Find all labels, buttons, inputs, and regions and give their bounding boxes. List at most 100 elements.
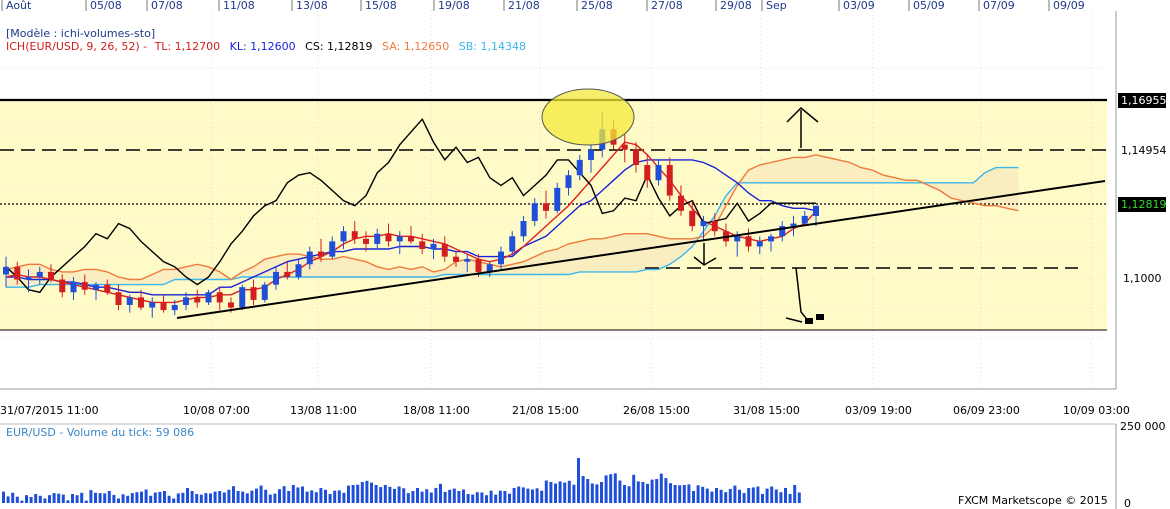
volume-bar bbox=[287, 491, 291, 503]
bottom-axis-label: 26/08 15:00 bbox=[623, 404, 690, 417]
candle-body bbox=[374, 233, 381, 244]
volume-bar bbox=[126, 495, 130, 503]
volume-bar bbox=[245, 493, 249, 503]
volume-bar bbox=[728, 488, 732, 503]
template-label: [Modèle : ichi-volumes-sto] bbox=[6, 27, 155, 40]
volume-bar bbox=[328, 494, 332, 503]
volume-bar bbox=[130, 493, 134, 503]
volume-bar bbox=[117, 498, 120, 503]
volume-bar bbox=[195, 494, 199, 503]
volume-bar bbox=[365, 480, 369, 503]
volume-bar bbox=[11, 492, 15, 503]
volume-bar bbox=[268, 494, 272, 503]
volume-bar bbox=[38, 495, 42, 503]
volume-bar bbox=[29, 497, 33, 503]
bottom-axis-label: 03/09 19:00 bbox=[845, 404, 912, 417]
volume-bar bbox=[250, 490, 254, 503]
volume-bar bbox=[186, 488, 189, 503]
volume-bar bbox=[296, 487, 300, 503]
candle-body bbox=[183, 297, 189, 305]
volume-bar bbox=[669, 483, 672, 503]
volume-bar bbox=[494, 494, 498, 503]
volume-bar bbox=[664, 478, 668, 503]
top-highlight-ellipse bbox=[541, 88, 635, 146]
volume-bar bbox=[397, 486, 401, 503]
volume-bar bbox=[719, 489, 723, 503]
senkou-a-value: SA: 1,12650 bbox=[382, 40, 449, 53]
volume-bar bbox=[678, 485, 682, 503]
volume-bar bbox=[673, 485, 677, 503]
candle-body bbox=[239, 287, 246, 308]
candle-body bbox=[194, 297, 201, 303]
volume-bar bbox=[466, 494, 470, 503]
candle-body bbox=[453, 256, 459, 262]
candle-body bbox=[59, 279, 66, 293]
top-axis-label: 07/09 bbox=[983, 0, 1015, 12]
candle-body bbox=[756, 241, 763, 247]
candle-body bbox=[768, 236, 774, 242]
volume-bar bbox=[149, 495, 153, 503]
volume-bar bbox=[241, 491, 245, 503]
candle-body bbox=[745, 236, 752, 247]
candle-body bbox=[329, 241, 336, 257]
volume-bar bbox=[770, 486, 774, 503]
candle-body bbox=[14, 266, 21, 280]
volume-bar bbox=[742, 493, 746, 503]
volume-bar bbox=[383, 485, 387, 503]
volume-bar bbox=[420, 491, 424, 503]
bottom-axis-label: 31/07/2015 11:00 bbox=[0, 404, 99, 417]
top-axis-label: 27/08 bbox=[651, 0, 683, 12]
volume-bar bbox=[462, 489, 465, 503]
top-axis-label: 21/08 bbox=[508, 0, 540, 12]
volume-bar bbox=[797, 492, 801, 503]
volume-bar bbox=[135, 492, 139, 503]
volume-bar bbox=[282, 486, 286, 503]
volume-bar bbox=[121, 494, 125, 503]
volume-bar bbox=[756, 486, 760, 503]
volume-bar bbox=[747, 488, 751, 503]
bottom-time-axis: 31/07/2015 11:00 10/08 07:00 13/08 11:00 18… bbox=[0, 404, 1130, 417]
volume-bar bbox=[43, 498, 47, 503]
candle-body bbox=[644, 165, 651, 181]
volume-bar bbox=[604, 475, 608, 503]
candle-body bbox=[419, 241, 426, 250]
volume-bar bbox=[779, 492, 783, 503]
volume-bar bbox=[623, 485, 626, 503]
volume-bar bbox=[452, 488, 456, 503]
candle-body bbox=[295, 264, 302, 277]
top-axis-label: 07/08 bbox=[151, 0, 183, 12]
volume-bar bbox=[526, 488, 530, 503]
volume-bar bbox=[199, 494, 203, 503]
volume-bar bbox=[190, 491, 194, 503]
candle-body bbox=[678, 195, 684, 211]
candle-body bbox=[801, 215, 808, 224]
volume-bar bbox=[705, 488, 709, 503]
bottom-axis-label: 06/09 23:00 bbox=[953, 404, 1020, 417]
candle-body bbox=[543, 203, 549, 211]
kijun-value: KL: 1,12600 bbox=[230, 40, 296, 53]
candle-body bbox=[385, 233, 392, 242]
volume-bar bbox=[15, 496, 19, 503]
candle-body bbox=[509, 236, 516, 252]
volume-bar bbox=[103, 493, 107, 503]
candle-body bbox=[464, 259, 471, 262]
volume-bar bbox=[370, 482, 373, 503]
volume-bar bbox=[682, 485, 686, 503]
candle-body bbox=[621, 144, 628, 150]
chikou-value: CS: 1,12819 bbox=[305, 40, 372, 53]
volume-bar bbox=[140, 491, 143, 503]
bottom-axis-label: 18/08 11:00 bbox=[403, 404, 470, 417]
indicator-legend: ICH(EUR/USD, 9, 26, 52) - TL: 1,12700 KL… bbox=[6, 40, 526, 53]
volume-bar bbox=[48, 495, 51, 503]
volume-bar bbox=[232, 486, 235, 503]
volume-bar bbox=[71, 494, 74, 503]
volume-bar bbox=[6, 496, 10, 503]
volume-bar bbox=[112, 494, 116, 503]
volume-bar bbox=[80, 492, 84, 503]
candle-body bbox=[318, 251, 324, 257]
volume-bar bbox=[581, 476, 585, 503]
volume-axis-max: 250 000 bbox=[1120, 420, 1166, 433]
senkou-b-value: SB: 1,14348 bbox=[459, 40, 526, 53]
volume-bar bbox=[319, 488, 323, 503]
volume-bar bbox=[278, 489, 281, 503]
